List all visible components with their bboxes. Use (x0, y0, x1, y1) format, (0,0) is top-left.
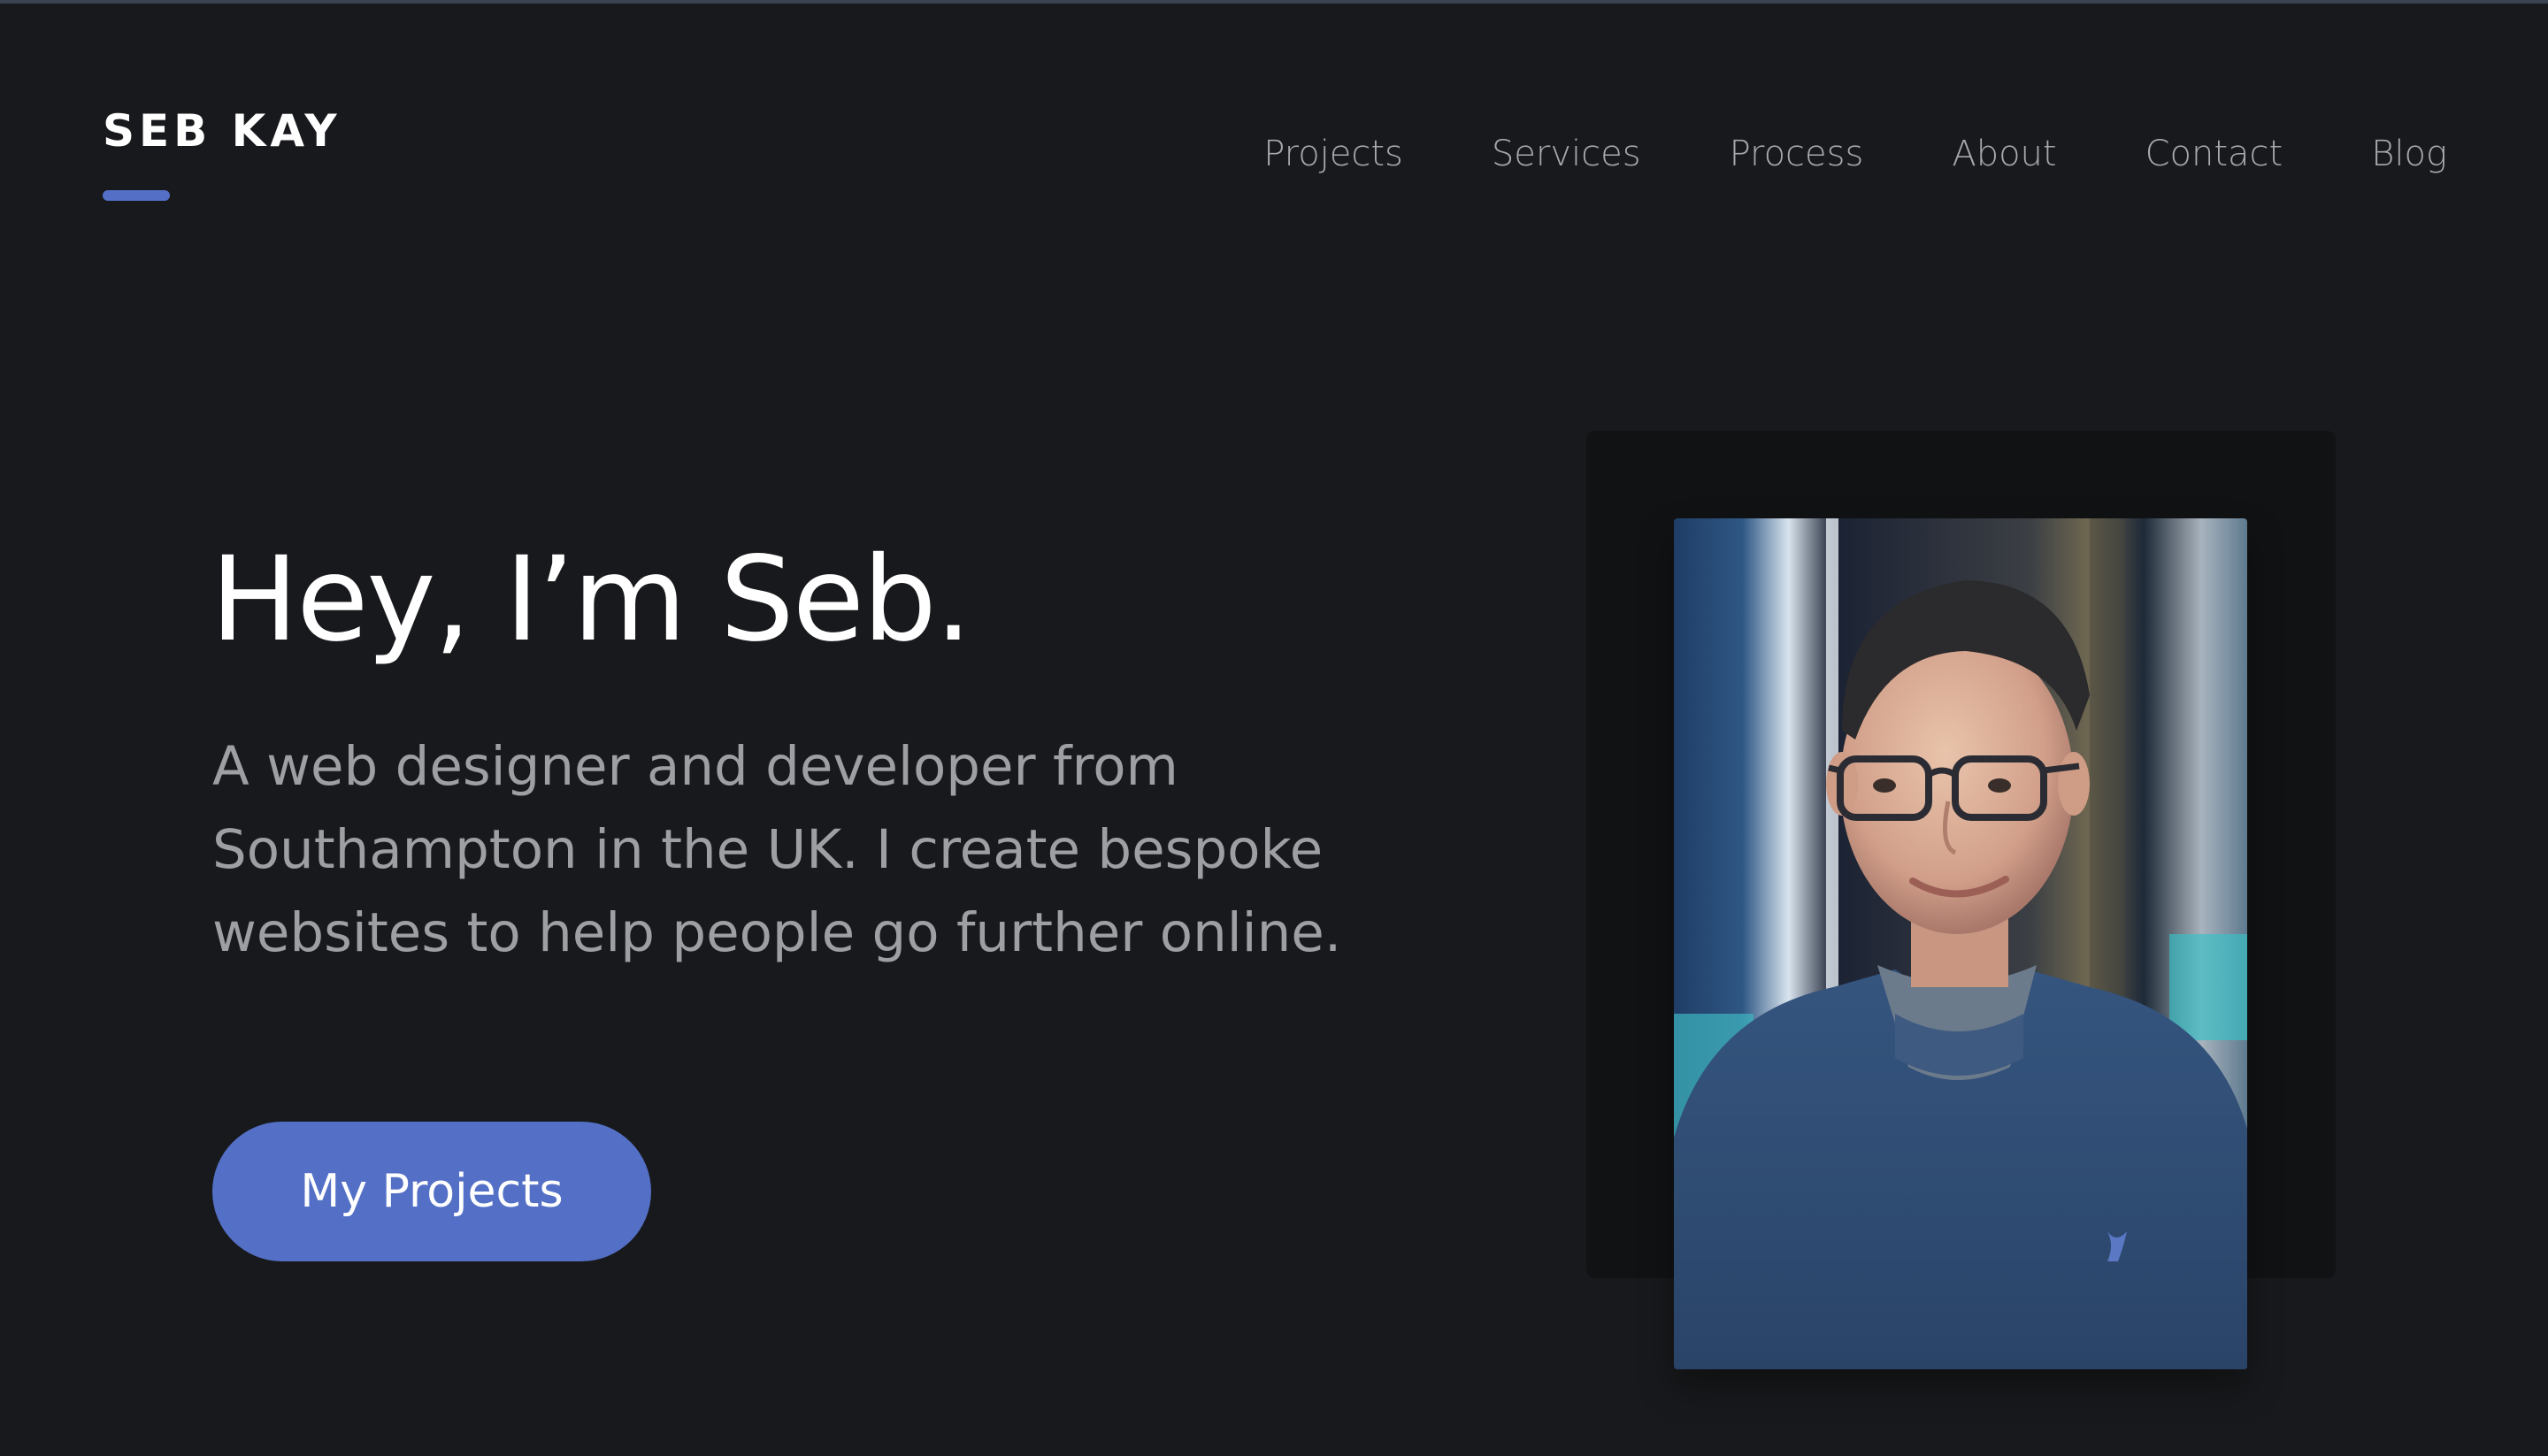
nav-link-services[interactable]: Services (1492, 129, 1641, 179)
nav-link-contact[interactable]: Contact (2145, 129, 2283, 179)
hero-title: Hey, I’m Seb. (211, 532, 972, 668)
site-logo[interactable]: SEB KAY (103, 103, 342, 159)
hero-description: A web designer and developer from Southa… (212, 735, 1342, 964)
portrait-illustration (1674, 518, 2247, 1369)
nav-link-about[interactable]: About (1952, 129, 2056, 179)
my-projects-button[interactable]: My Projects (212, 1122, 651, 1261)
main-nav: Projects Services Process About Contact … (1263, 129, 2447, 179)
nav-link-process[interactable]: Process (1730, 129, 1864, 179)
portrait-photo (1674, 518, 2247, 1369)
page: SEB KAY Projects Services Process About … (0, 0, 2548, 1456)
logo-underline (103, 190, 170, 201)
nav-link-projects[interactable]: Projects (1263, 129, 1403, 179)
nav-link-blog[interactable]: Blog (2371, 129, 2447, 179)
top-border (0, 0, 2548, 4)
